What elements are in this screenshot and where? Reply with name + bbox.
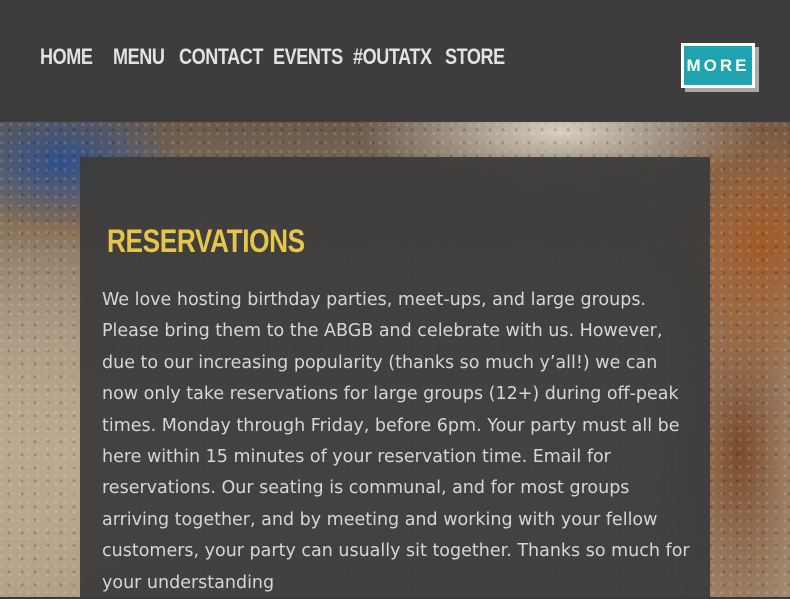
nav-contact-link[interactable]: CONTACT	[179, 44, 263, 70]
nav-store-link[interactable]: STORE	[445, 44, 505, 70]
nav-home-link[interactable]: HOME	[40, 44, 93, 70]
site-header: HOME MENU CONTACT EVENTS #OUTATX STORE M…	[0, 0, 790, 122]
nav-events-link[interactable]: EVENTS	[273, 44, 343, 70]
reservations-panel: RESERVATIONS We love hosting birthday pa…	[80, 157, 710, 597]
nav-menu-link[interactable]: MENU	[113, 44, 165, 70]
reservations-body-text: We love hosting birthday parties, meet-u…	[102, 290, 690, 593]
nav-outatx-link[interactable]: #OUTATX	[353, 44, 432, 70]
main-nav: HOME MENU CONTACT EVENTS #OUTATX STORE	[40, 44, 515, 70]
more-button[interactable]: MORE	[681, 43, 755, 88]
reservations-title: RESERVATIONS	[107, 223, 305, 259]
